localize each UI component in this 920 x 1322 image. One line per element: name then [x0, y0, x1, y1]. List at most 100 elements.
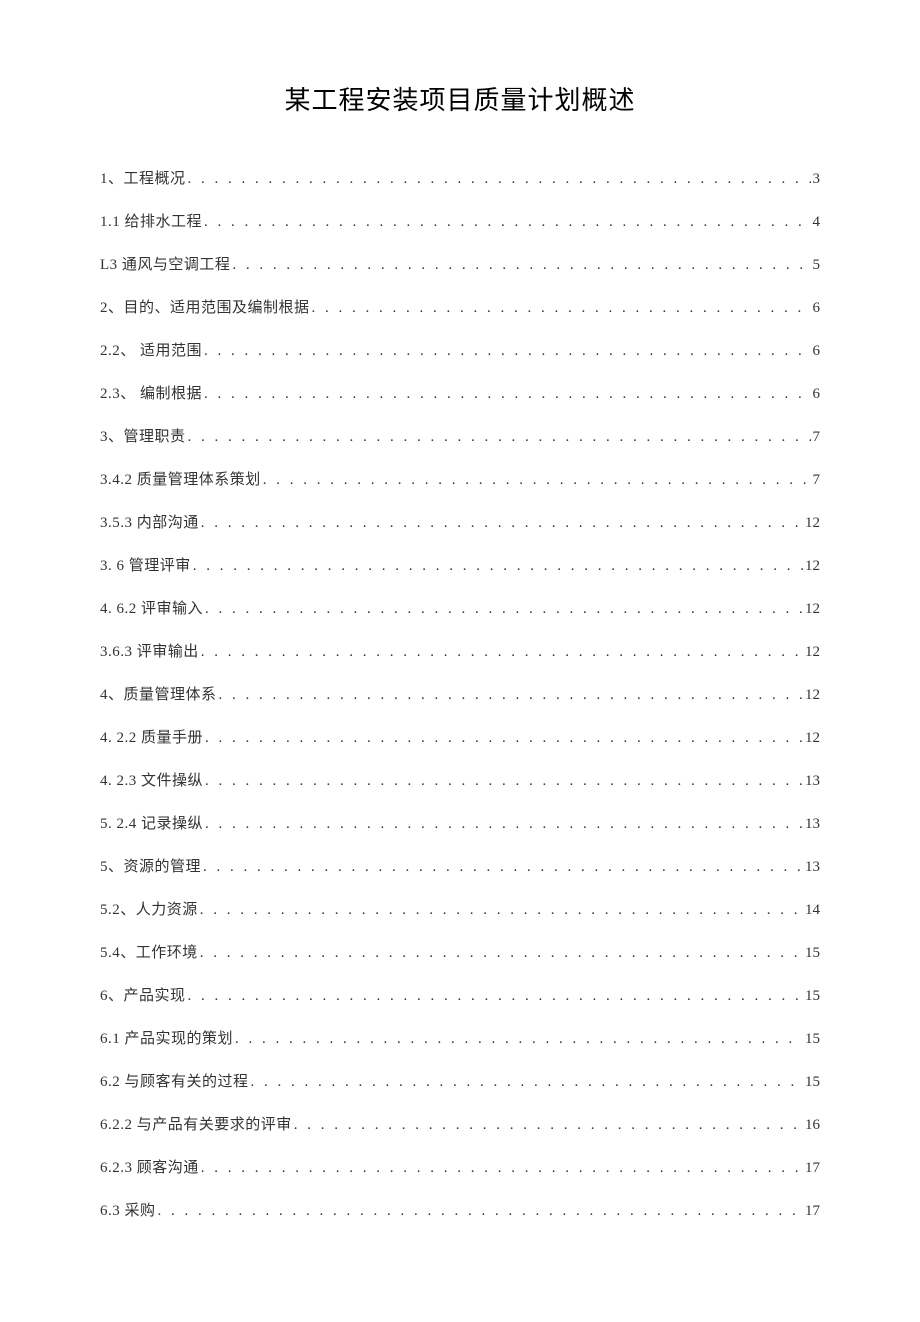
toc-leader-dots — [158, 1203, 803, 1220]
toc-leader-dots — [200, 945, 803, 962]
toc-entry-label: 3.4.2 质量管理体系策划 — [100, 468, 261, 489]
toc-entry-page: 13 — [805, 859, 820, 876]
toc-entry-label: 5.4、工作环境 — [100, 941, 198, 962]
toc-entry-page: 12 — [805, 515, 820, 532]
toc-leader-dots — [188, 429, 811, 446]
toc-entry-label: 6.1 产品实现的策划 — [100, 1027, 233, 1048]
table-of-contents: 1、工程概况 3 1.1 给排水工程 4 L3 通风与空调工程 5 2、目的、适用范围及编制… — [100, 167, 820, 1220]
document-page: 某工程安装项目质量计划概述 1、工程概况 3 1.1 给排水工程 4 L3 通风与空调工… — [0, 0, 920, 1322]
toc-entry-label: 2、目的、适用范围及编制根据 — [100, 296, 310, 317]
toc-row[interactable]: 2.2、 适用范围 6 — [100, 339, 820, 360]
toc-leader-dots — [235, 1031, 803, 1048]
toc-entry-label: 3.6.3 评审输出 — [100, 640, 199, 661]
toc-entry-label: 4. 2.3 文件操纵 — [100, 769, 203, 790]
toc-row[interactable]: 3. 6 管理评审12 — [100, 554, 820, 575]
toc-entry-label: 2.3、 编制根据 — [100, 382, 202, 403]
toc-entry-label: 4、质量管理体系 — [100, 683, 217, 704]
toc-entry-label: L3 通风与空调工程 — [100, 253, 230, 274]
toc-row[interactable]: 5. 2.4 记录操纵 13 — [100, 812, 820, 833]
toc-entry-label: 6.2.2 与产品有关要求的评审 — [100, 1113, 292, 1134]
toc-entry-page: 12 — [805, 687, 820, 704]
toc-entry-page: 15 — [805, 1074, 820, 1091]
toc-leader-dots — [294, 1117, 803, 1134]
toc-row[interactable]: L3 通风与空调工程 5 — [100, 253, 820, 274]
toc-entry-page: 17 — [805, 1203, 820, 1220]
toc-leader-dots — [201, 1160, 803, 1177]
toc-row[interactable]: 3、管理职责 7 — [100, 425, 820, 446]
toc-leader-dots — [204, 386, 810, 403]
toc-row[interactable]: 6.2.2 与产品有关要求的评审 16 — [100, 1113, 820, 1134]
toc-entry-label: 5.2、人力资源 — [100, 898, 198, 919]
toc-entry-page: 4 — [813, 214, 821, 231]
toc-leader-dots — [251, 1074, 803, 1091]
toc-row[interactable]: 4. 2.2 质量手册 12 — [100, 726, 820, 747]
document-title: 某工程安装项目质量计划概述 — [100, 80, 820, 117]
toc-entry-page: 15 — [805, 945, 820, 962]
toc-leader-dots — [204, 343, 810, 360]
toc-leader-dots — [205, 816, 803, 833]
toc-entry-label: 6、产品实现 — [100, 984, 186, 1005]
toc-leader-dots — [205, 773, 803, 790]
toc-row[interactable]: 1.1 给排水工程 4 — [100, 210, 820, 231]
toc-row[interactable]: 3.5.3 内部沟通 12 — [100, 511, 820, 532]
toc-entry-label: 4. 2.2 质量手册 — [100, 726, 203, 747]
toc-entry-label: 1.1 给排水工程 — [100, 210, 202, 231]
toc-leader-dots — [193, 558, 803, 575]
toc-entry-label: 6.2 与顾客有关的过程 — [100, 1070, 249, 1091]
toc-leader-dots — [203, 859, 803, 876]
toc-entry-page: 15 — [805, 1031, 820, 1048]
toc-entry-label: 1、工程概况 — [100, 167, 186, 188]
toc-row[interactable]: 4. 2.3 文件操纵13 — [100, 769, 820, 790]
toc-entry-page: 14 — [805, 902, 820, 919]
toc-entry-page: 3 — [813, 171, 821, 188]
toc-entry-page: 13 — [805, 816, 820, 833]
toc-row[interactable]: 4、质量管理体系 12 — [100, 683, 820, 704]
toc-entry-label: 6.2.3 顾客沟通 — [100, 1156, 199, 1177]
toc-leader-dots — [201, 515, 803, 532]
toc-leader-dots — [188, 171, 811, 188]
toc-row[interactable]: 6.3 采购 17 — [100, 1199, 820, 1220]
toc-row[interactable]: 1、工程概况 3 — [100, 167, 820, 188]
toc-row[interactable]: 3.4.2 质量管理体系策划 7 — [100, 468, 820, 489]
toc-row[interactable]: 2、目的、适用范围及编制根据6 — [100, 296, 820, 317]
toc-entry-label: 3.5.3 内部沟通 — [100, 511, 199, 532]
toc-leader-dots — [201, 644, 803, 661]
toc-entry-page: 16 — [805, 1117, 820, 1134]
toc-entry-label: 5、资源的管理 — [100, 855, 201, 876]
toc-row[interactable]: 6.2 与顾客有关的过程 15 — [100, 1070, 820, 1091]
toc-row[interactable]: 5.4、工作环境 15 — [100, 941, 820, 962]
toc-entry-label: 4. 6.2 评审输入 — [100, 597, 203, 618]
toc-row[interactable]: 6、产品实现 15 — [100, 984, 820, 1005]
toc-row[interactable]: 3.6.3 评审输出 12 — [100, 640, 820, 661]
toc-entry-page: 6 — [813, 343, 821, 360]
toc-row[interactable]: 5.2、人力资源 14 — [100, 898, 820, 919]
toc-leader-dots — [188, 988, 803, 1005]
toc-entry-page: 5 — [813, 257, 821, 274]
toc-entry-label: 3、管理职责 — [100, 425, 186, 446]
toc-entry-page: 12 — [805, 730, 820, 747]
toc-entry-page: 17 — [805, 1160, 820, 1177]
toc-entry-page: 7 — [813, 429, 821, 446]
toc-leader-dots — [232, 257, 810, 274]
toc-leader-dots — [200, 902, 803, 919]
toc-leader-dots — [205, 730, 803, 747]
toc-row[interactable]: 6.2.3 顾客沟通 17 — [100, 1156, 820, 1177]
toc-entry-label: 6.3 采购 — [100, 1199, 156, 1220]
toc-leader-dots — [219, 687, 803, 704]
toc-entry-page: 7 — [813, 472, 821, 489]
toc-leader-dots — [205, 601, 803, 618]
toc-entry-page: 15 — [805, 988, 820, 1005]
toc-row[interactable]: 6.1 产品实现的策划 15 — [100, 1027, 820, 1048]
toc-row[interactable]: 4. 6.2 评审输入 12 — [100, 597, 820, 618]
toc-entry-label: 5. 2.4 记录操纵 — [100, 812, 203, 833]
toc-entry-page: 12 — [805, 601, 820, 618]
toc-leader-dots — [263, 472, 811, 489]
toc-entry-page: 12 — [805, 644, 820, 661]
toc-leader-dots — [204, 214, 810, 231]
toc-entry-label: 2.2、 适用范围 — [100, 339, 202, 360]
toc-row[interactable]: 5、资源的管理 13 — [100, 855, 820, 876]
toc-row[interactable]: 2.3、 编制根据 6 — [100, 382, 820, 403]
toc-entry-page: 6 — [813, 386, 821, 403]
toc-leader-dots — [312, 300, 811, 317]
toc-entry-label: 3. 6 管理评审 — [100, 554, 191, 575]
